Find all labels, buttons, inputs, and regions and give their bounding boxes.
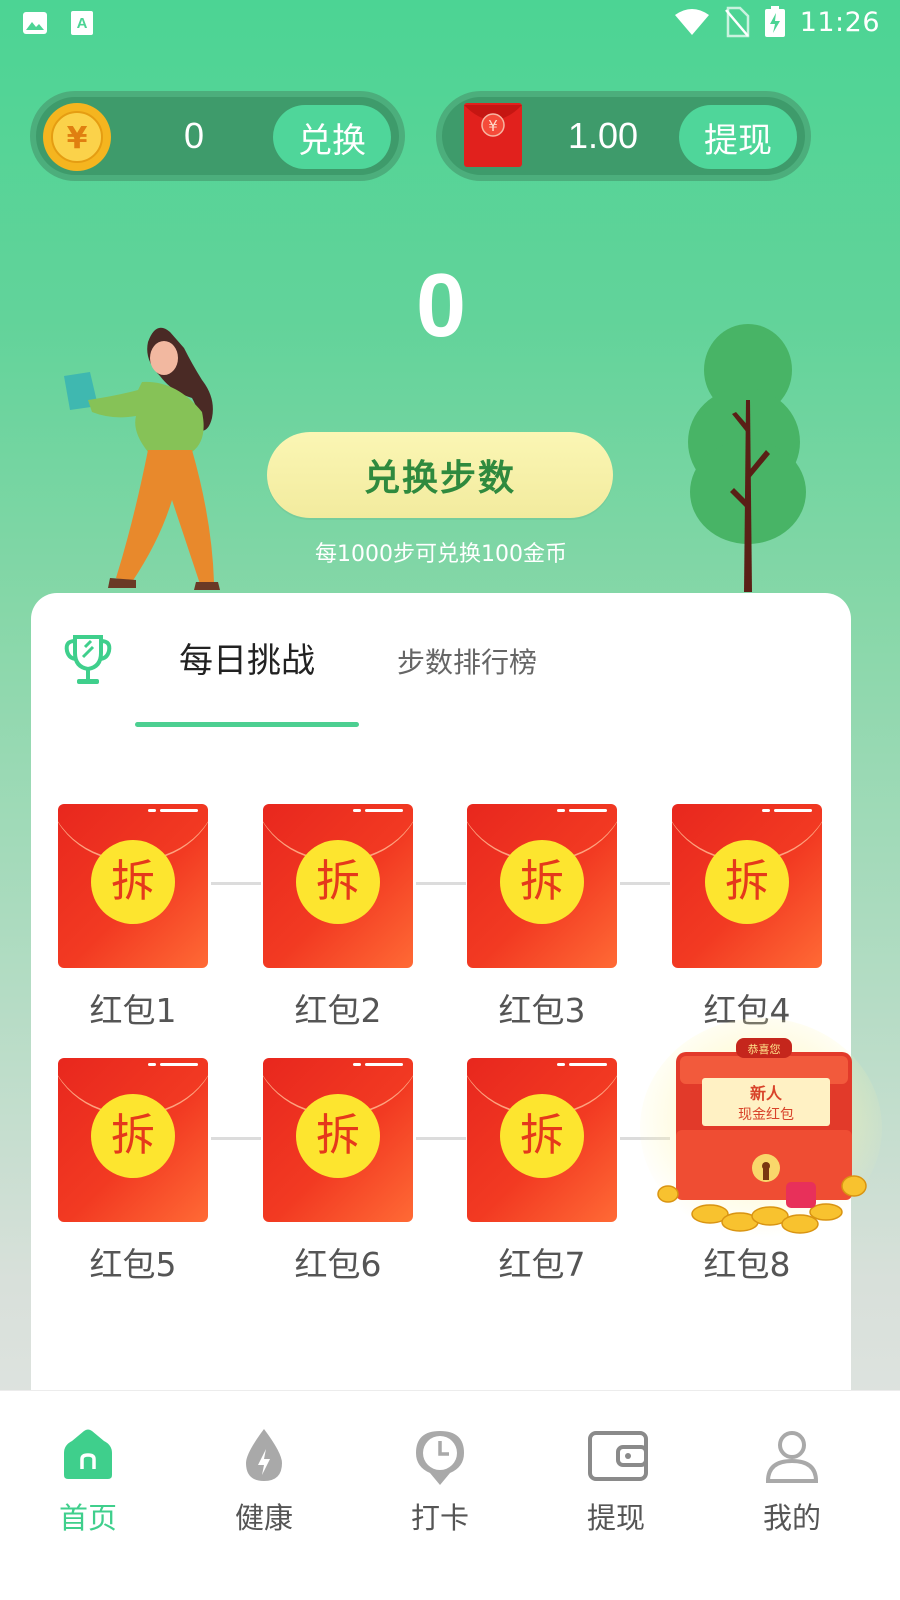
- red-packet-label: 红包1: [89, 991, 177, 1030]
- packet-connector: [211, 1137, 261, 1140]
- status-bar: A 11:26: [0, 0, 900, 50]
- open-seal-icon: 拆: [500, 840, 584, 924]
- nav-home[interactable]: 首页: [0, 1391, 176, 1561]
- red-packet-2[interactable]: 拆: [263, 804, 413, 968]
- red-packet-6[interactable]: 拆: [263, 1058, 413, 1222]
- promo-banner-text: 恭喜您: [748, 1043, 781, 1056]
- red-envelope-icon: ¥: [464, 103, 522, 167]
- coin-balance-pill: ¥ 0 兑换: [30, 91, 405, 181]
- exchange-steps-button[interactable]: 兑换步数: [267, 432, 613, 518]
- tab-step-leaderboard[interactable]: 步数排行榜: [397, 641, 537, 681]
- health-drop-icon: [246, 1429, 282, 1481]
- svg-text:¥: ¥: [488, 117, 498, 135]
- no-sim-icon: [724, 6, 749, 38]
- exchange-rate-hint: 每1000步可兑换100金币: [315, 542, 567, 567]
- trophy-icon: [64, 635, 112, 684]
- red-packet-label: 红包3: [498, 991, 586, 1030]
- wifi-icon: [674, 9, 709, 35]
- clock-time: 11:26: [799, 6, 880, 38]
- open-seal-icon: 拆: [500, 1094, 584, 1178]
- home-icon: [64, 1429, 112, 1479]
- cash-balance-value: 1.00: [568, 115, 639, 156]
- active-tab-indicator: [135, 722, 359, 727]
- red-packet-label: 红包7: [498, 1245, 586, 1284]
- cash-balance-pill: ¥ 1.00 提现: [436, 91, 811, 181]
- nav-checkin[interactable]: 打卡: [352, 1391, 528, 1561]
- new-user-cash-chest[interactable]: 恭喜您 新人 现金红包: [640, 1018, 882, 1248]
- battery-charging-icon: [764, 6, 785, 37]
- nav-profile-label: 我的: [762, 1501, 821, 1535]
- profile-icon: [765, 1431, 819, 1483]
- red-packet-7[interactable]: 拆: [467, 1058, 617, 1222]
- tab-daily-challenge[interactable]: 每日挑战: [179, 633, 315, 682]
- nav-profile[interactable]: 我的: [704, 1391, 880, 1561]
- red-packet-1[interactable]: 拆: [58, 804, 208, 968]
- nav-withdraw[interactable]: 提现: [528, 1391, 704, 1561]
- nav-health[interactable]: 健康: [176, 1391, 352, 1561]
- red-packet-label: 红包2: [294, 991, 382, 1030]
- coin-balance-value: 0: [184, 115, 205, 156]
- exchange-coins-button[interactable]: 兑换: [273, 105, 391, 169]
- open-seal-icon: 拆: [91, 1094, 175, 1178]
- promo-subtitle: 现金红包: [738, 1107, 794, 1123]
- open-seal-icon: 拆: [705, 840, 789, 924]
- red-packet-label: 红包5: [89, 1245, 177, 1284]
- open-seal-icon: 拆: [296, 840, 380, 924]
- packet-connector: [416, 1137, 466, 1140]
- bottom-nav: 首页 健康 打卡 提现 我的: [0, 1390, 900, 1600]
- promo-title: 新人: [750, 1084, 783, 1103]
- open-seal-icon: 拆: [91, 840, 175, 924]
- wallet-icon: [588, 1431, 648, 1481]
- keyboard-notification-icon: A: [71, 11, 93, 35]
- nav-health-label: 健康: [234, 1501, 293, 1535]
- clock-pin-icon: [416, 1431, 464, 1485]
- red-packet-label: 红包6: [294, 1245, 382, 1284]
- red-packet-5[interactable]: 拆: [58, 1058, 208, 1222]
- gold-coin-icon: ¥: [43, 103, 111, 171]
- gallery-notification-icon: [23, 12, 47, 34]
- withdraw-button[interactable]: 提现: [679, 105, 797, 169]
- svg-text:¥: ¥: [67, 121, 88, 156]
- red-packet-4[interactable]: 拆: [672, 804, 822, 968]
- open-seal-icon: 拆: [296, 1094, 380, 1178]
- packet-connector: [416, 882, 466, 885]
- nav-checkin-label: 打卡: [410, 1501, 469, 1535]
- packet-connector: [620, 882, 670, 885]
- svg-text:A: A: [77, 15, 88, 32]
- nav-withdraw-label: 提现: [586, 1501, 645, 1535]
- nav-home-label: 首页: [58, 1501, 117, 1535]
- red-packet-3[interactable]: 拆: [467, 804, 617, 968]
- packet-connector: [211, 882, 261, 885]
